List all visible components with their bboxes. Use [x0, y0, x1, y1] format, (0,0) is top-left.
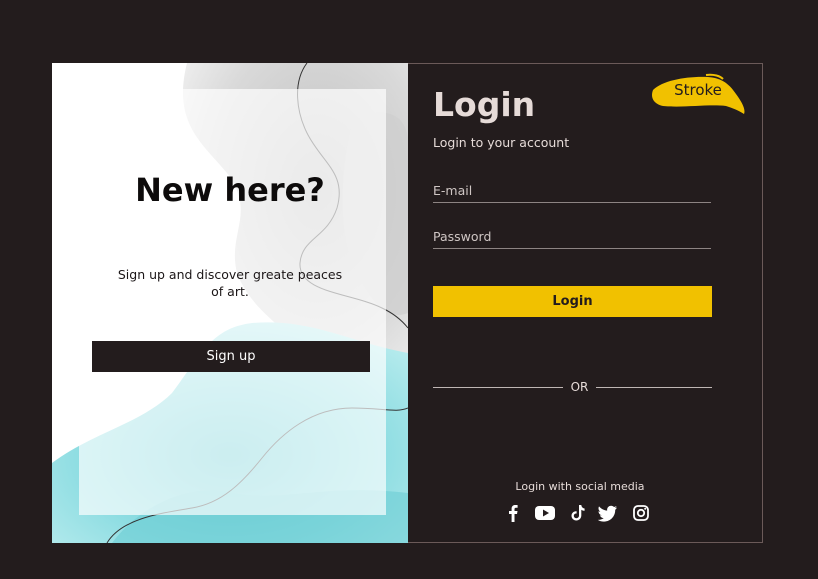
signup-tagline: Sign up and discover greate peaces of ar…	[117, 267, 343, 299]
divider-line-right	[596, 387, 712, 388]
facebook-icon[interactable]	[506, 504, 528, 524]
new-here-heading: New here?	[135, 171, 325, 209]
login-title: Login	[433, 85, 536, 124]
login-panel: Stroke Login Login to your account Login…	[408, 63, 763, 543]
email-field[interactable]	[433, 178, 711, 203]
divider-line-left	[433, 387, 563, 388]
login-page: New here? Sign up and discover greate pe…	[52, 63, 764, 543]
instagram-icon[interactable]	[632, 504, 654, 524]
social-login-label: Login with social media	[515, 480, 645, 493]
tiktok-icon[interactable]	[570, 504, 592, 524]
divider-or-text: OR	[570, 380, 589, 394]
login-button[interactable]: Login	[433, 286, 712, 317]
signup-button[interactable]: Sign up	[92, 341, 370, 372]
password-field[interactable]	[433, 224, 711, 249]
twitter-icon[interactable]	[598, 504, 620, 524]
signup-card	[79, 89, 386, 515]
stroke-badge-label: Stroke	[674, 81, 722, 99]
signup-panel: New here? Sign up and discover greate pe…	[52, 63, 408, 543]
youtube-icon[interactable]	[534, 504, 556, 524]
login-subtitle: Login to your account	[433, 135, 570, 150]
